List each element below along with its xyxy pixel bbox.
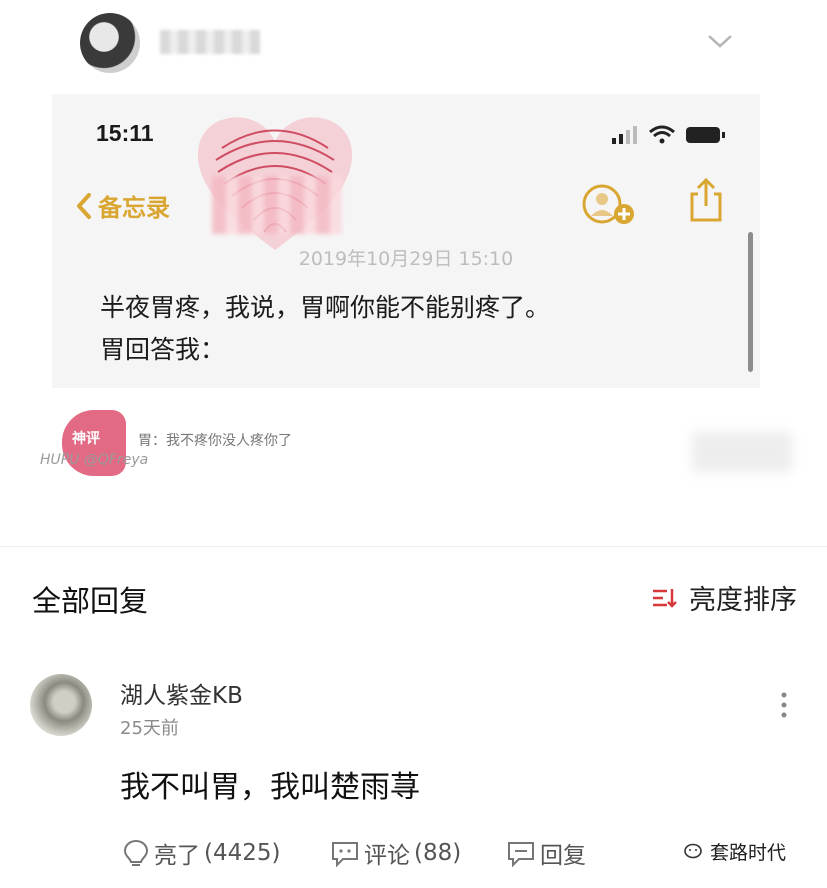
reply-username[interactable]: 湖人紫金KB [120,676,243,710]
shenping-badge-label: 神评 [72,431,100,447]
back-label: 备忘录 [98,194,170,222]
watermark: 套路时代 [684,838,786,865]
share-icon[interactable] [688,178,724,222]
post-image[interactable]: 15:11 备忘录 2019年10月29日 15:10 半夜胃疼，我说，胃啊你能… [52,94,760,388]
reply-label: 回复 [540,843,586,869]
reply-icon [508,842,534,867]
source-watermark: HUPU @QFreya [40,452,149,468]
shenping-text: 胃：我不疼你没人疼你了 [138,433,292,449]
reply-button[interactable]: 回复 [506,836,586,870]
blurred-region [692,432,792,472]
more-icon[interactable] [778,690,790,720]
like-button[interactable]: 亮了 (4425) [122,836,280,870]
post-header [0,0,827,90]
sort-label: 亮度排序 [689,585,797,616]
like-label: 亮了 [154,843,200,869]
avatar[interactable] [80,13,140,73]
sort-button[interactable]: 亮度排序 [651,578,797,617]
blurred-username [160,30,260,54]
avatar[interactable] [30,674,92,736]
comment-icon [332,842,358,867]
reply-time: 25天前 [120,718,179,739]
scrollbar [748,232,753,372]
add-person-icon[interactable] [582,184,642,226]
top-comment-overlay: 神评 胃：我不疼你没人疼你了 HUPU @QFreya [40,404,792,480]
back-button[interactable]: 备忘录 [76,188,170,223]
section-title: 全部回复 [32,584,149,618]
sort-icon [653,588,677,608]
like-count: (4425) [204,840,281,866]
note-date: 2019年10月29日 15:10 [298,248,514,270]
status-time: 15:11 [96,120,154,146]
comment-label: 评论 [364,843,410,869]
blurred-region [212,176,342,234]
note-text-line-1: 半夜胃疼，我说，胃啊你能不能别疼了。 [100,293,551,322]
watermark-text: 套路时代 [710,842,787,864]
comment-button[interactable]: 评论 (88) [330,836,461,870]
divider [0,546,827,547]
status-icons [612,125,725,144]
chevron-left-icon [77,192,91,219]
lightbulb-icon [123,839,149,866]
comment-count: (88) [414,840,462,866]
chevron-down-icon[interactable] [706,32,734,50]
note-text-line-2: 胃回答我： [100,335,226,364]
reply-content: 我不叫胃，我叫楚雨荨 [120,770,420,805]
wechat-icon [684,843,702,858]
